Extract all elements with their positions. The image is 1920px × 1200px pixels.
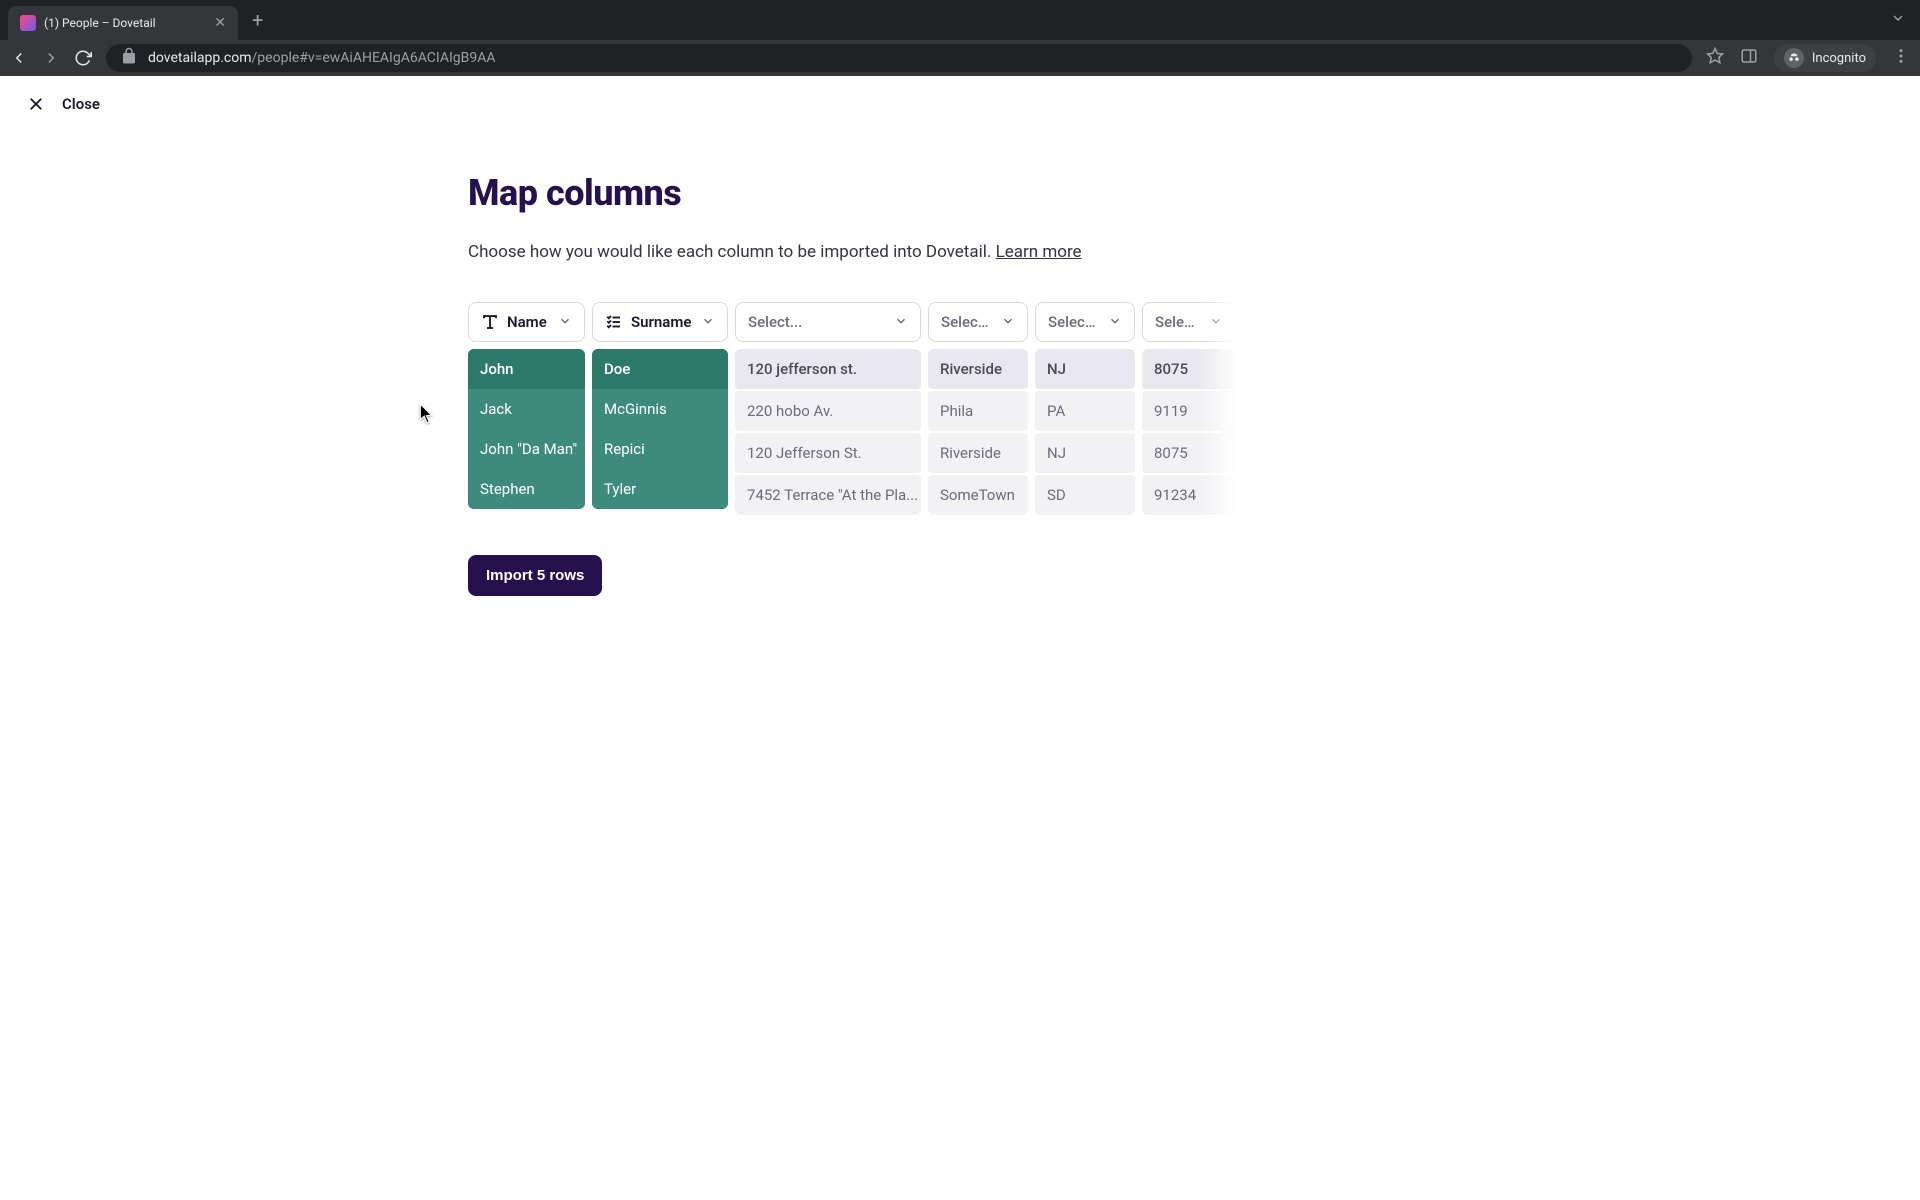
incognito-icon: [1784, 48, 1804, 68]
browser-tab-strip: (1) People – Dovetail ✕ +: [0, 0, 1920, 40]
column-4: Select...NJPANJSD: [1035, 302, 1135, 515]
column-body: 120 jefferson st.220 hobo Av.120 Jeffers…: [735, 349, 921, 515]
chevron-down-icon: [701, 313, 715, 332]
incognito-badge[interactable]: Incognito: [1774, 44, 1876, 72]
column-select-label: Name: [507, 313, 550, 331]
text-icon: [481, 313, 499, 331]
subtitle-text: Choose how you would like each column to…: [468, 242, 996, 262]
column-body: DoeMcGinnisRepiciTyler: [592, 349, 728, 509]
chevron-down-icon: [1108, 313, 1122, 332]
reload-button[interactable]: [74, 49, 92, 67]
preview-cell: NJ: [1035, 433, 1135, 473]
url-host: dovetailapp.com: [148, 50, 252, 66]
preview-header-cell: 120 jefferson st.: [735, 349, 921, 389]
column-body: RiversidePhilaRiversideSomeTown: [928, 349, 1028, 515]
column-body: 80759119807591234: [1142, 349, 1236, 515]
side-panel-icon[interactable]: [1740, 47, 1758, 69]
close-tab-icon[interactable]: ✕: [214, 15, 226, 31]
import-button[interactable]: Import 5 rows: [468, 555, 602, 596]
preview-cell: Tyler: [592, 469, 728, 509]
column-select-label: Select...: [941, 313, 993, 331]
new-tab-button[interactable]: +: [238, 8, 277, 32]
incognito-label: Incognito: [1812, 51, 1866, 66]
chevron-down-icon: [1209, 313, 1223, 332]
window-controls-chevron-icon[interactable]: [1876, 10, 1920, 30]
column-select-unmapped[interactable]: Select...: [1035, 302, 1135, 342]
url-text: dovetailapp.com/people#v=ewAiAHEAIgA6ACI…: [148, 50, 495, 66]
preview-header-cell: Doe: [592, 349, 728, 389]
preview-cell: 91234: [1142, 475, 1236, 515]
column-1: Surname DoeMcGinnisRepiciTyler: [592, 302, 728, 515]
list-icon: [605, 313, 623, 331]
chevron-down-icon: [894, 313, 908, 332]
preview-cell: McGinnis: [592, 389, 728, 429]
preview-cell: 220 hobo Av.: [735, 391, 921, 431]
column-select-unmapped[interactable]: Select...: [1142, 302, 1236, 342]
preview-header-cell: John: [468, 349, 585, 389]
preview-cell: Stephen: [468, 469, 585, 509]
close-label[interactable]: Close: [62, 95, 100, 113]
column-select-unmapped[interactable]: Select...: [928, 302, 1028, 342]
column-select-label: Surname: [631, 313, 693, 331]
column-mapper: Name JohnJackJohn "Da Man"Stephen Surname D…: [468, 302, 1238, 515]
forward-button[interactable]: [42, 49, 60, 67]
tab-title: (1) People – Dovetail: [44, 16, 206, 30]
browser-tab[interactable]: (1) People – Dovetail ✕: [8, 6, 238, 40]
bookmark-star-icon[interactable]: [1706, 47, 1724, 69]
preview-cell: 8075: [1142, 433, 1236, 473]
favicon: [20, 15, 36, 31]
address-bar[interactable]: dovetailapp.com/people#v=ewAiAHEAIgA6ACI…: [106, 44, 1692, 72]
preview-cell: John "Da Man": [468, 429, 585, 469]
close-bar: Close: [0, 76, 1920, 132]
preview-cell: Jack: [468, 389, 585, 429]
preview-header-cell: Riverside: [928, 349, 1028, 389]
chevron-down-icon: [558, 313, 572, 332]
column-5: Select...80759119807591234: [1142, 302, 1236, 515]
page-subtitle: Choose how you would like each column to…: [468, 242, 1240, 262]
preview-cell: 9119: [1142, 391, 1236, 431]
browser-toolbar: dovetailapp.com/people#v=ewAiAHEAIgA6ACI…: [0, 40, 1920, 76]
column-select-surname[interactable]: Surname: [592, 302, 728, 342]
preview-header-cell: NJ: [1035, 349, 1135, 389]
url-path: /people#v=ewAiAHEAIgA6ACIAIgB9AA: [252, 50, 496, 66]
preview-cell: PA: [1035, 391, 1135, 431]
kebab-menu-icon[interactable]: [1892, 47, 1910, 69]
preview-cell: Riverside: [928, 433, 1028, 473]
learn-more-link[interactable]: Learn more: [996, 242, 1082, 262]
column-select-label: Select...: [748, 313, 886, 331]
preview-cell: SomeTown: [928, 475, 1028, 515]
page-body: Close Map columns Choose how you would l…: [0, 76, 1920, 1200]
column-body: NJPANJSD: [1035, 349, 1135, 515]
column-3: Select...RiversidePhilaRiversideSomeTown: [928, 302, 1028, 515]
preview-cell: Phila: [928, 391, 1028, 431]
column-0: Name JohnJackJohn "Da Man"Stephen: [468, 302, 585, 515]
column-select-unmapped[interactable]: Select...: [735, 302, 921, 342]
preview-header-cell: 8075: [1142, 349, 1236, 389]
page-title: Map columns: [468, 172, 1240, 214]
column-2: Select... 120 jefferson st.220 hobo Av.12…: [735, 302, 921, 515]
column-body: JohnJackJohn "Da Man"Stephen: [468, 349, 585, 509]
column-select-label: Select...: [1048, 313, 1100, 331]
back-button[interactable]: [10, 49, 28, 67]
column-select-label: Select...: [1155, 313, 1201, 331]
preview-cell: 120 Jefferson St.: [735, 433, 921, 473]
column-select-name[interactable]: Name: [468, 302, 585, 342]
lock-icon: [120, 47, 138, 69]
preview-cell: SD: [1035, 475, 1135, 515]
preview-cell: Repici: [592, 429, 728, 469]
close-button[interactable]: [24, 92, 48, 116]
preview-cell: 7452 Terrace "At the Pla...: [735, 475, 921, 515]
chevron-down-icon: [1001, 313, 1015, 332]
